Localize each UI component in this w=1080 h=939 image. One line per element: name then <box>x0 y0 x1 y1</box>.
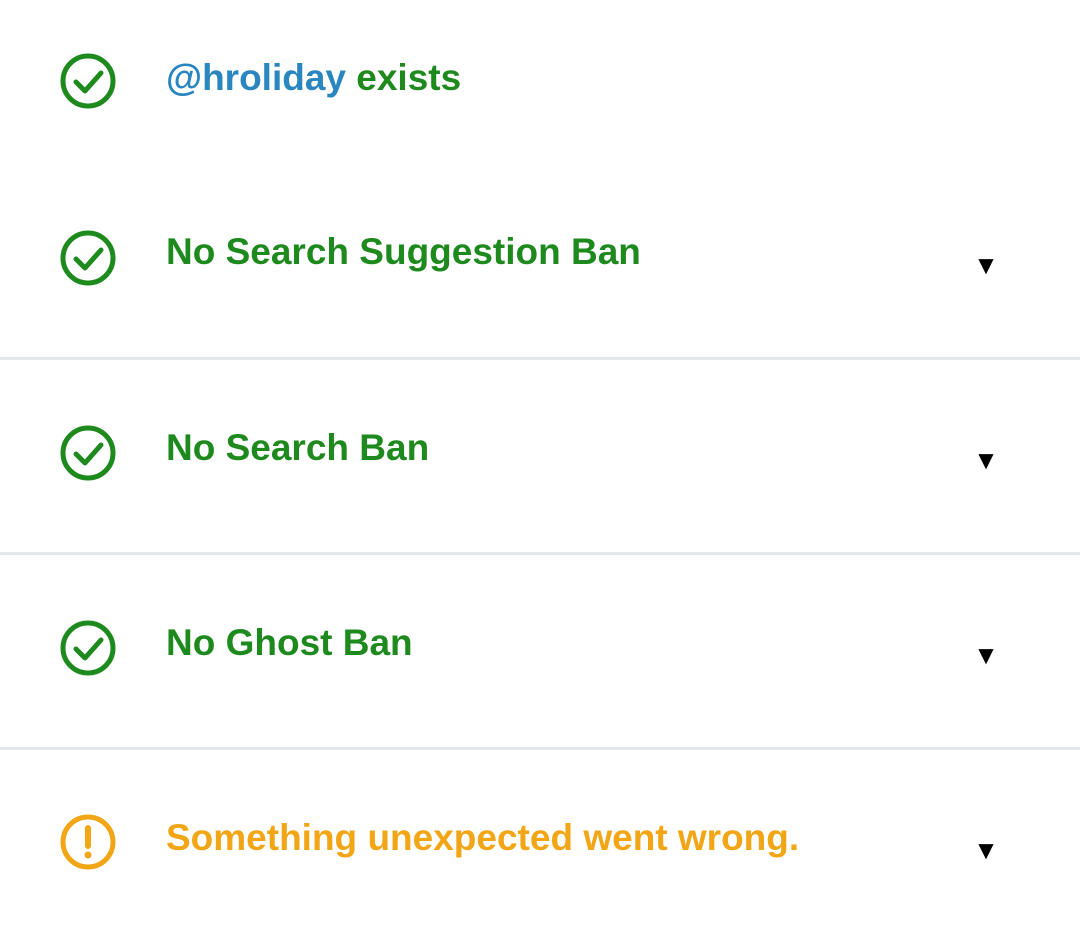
chevron-down-icon[interactable]: ▼ <box>972 251 1000 279</box>
result-text: No Search Suggestion Ban <box>166 231 641 272</box>
chevron-down-icon[interactable]: ▼ <box>972 641 1000 669</box>
result-row-error[interactable]: Something unexpected went wrong. ▼ <box>0 753 1080 939</box>
result-row-account-exists: @hroliday exists <box>0 0 1080 165</box>
chevron-down-icon[interactable]: ▼ <box>972 836 1000 864</box>
check-circle-icon <box>59 229 117 287</box>
check-circle-icon <box>59 424 117 482</box>
result-row-search-ban[interactable]: No Search Ban ▼ <box>0 363 1080 555</box>
user-handle-link[interactable]: @hroliday <box>166 57 346 98</box>
shadowban-results-list: @hroliday exists No Search Suggestion Ba… <box>0 0 1080 939</box>
result-text: Something unexpected went wrong. <box>166 817 800 858</box>
result-row-ghost-ban[interactable]: No Ghost Ban ▼ <box>0 558 1080 750</box>
result-row-search-suggestion-ban[interactable]: No Search Suggestion Ban ▼ <box>0 165 1080 360</box>
chevron-down-icon[interactable]: ▼ <box>972 446 1000 474</box>
result-text: exists <box>356 57 462 98</box>
result-text: No Search Ban <box>166 427 430 468</box>
check-circle-icon <box>59 52 117 110</box>
result-label: @hroliday exists <box>166 56 461 100</box>
check-circle-icon <box>59 619 117 677</box>
result-text: No Ghost Ban <box>166 622 413 663</box>
exclamation-circle-icon <box>59 813 117 871</box>
